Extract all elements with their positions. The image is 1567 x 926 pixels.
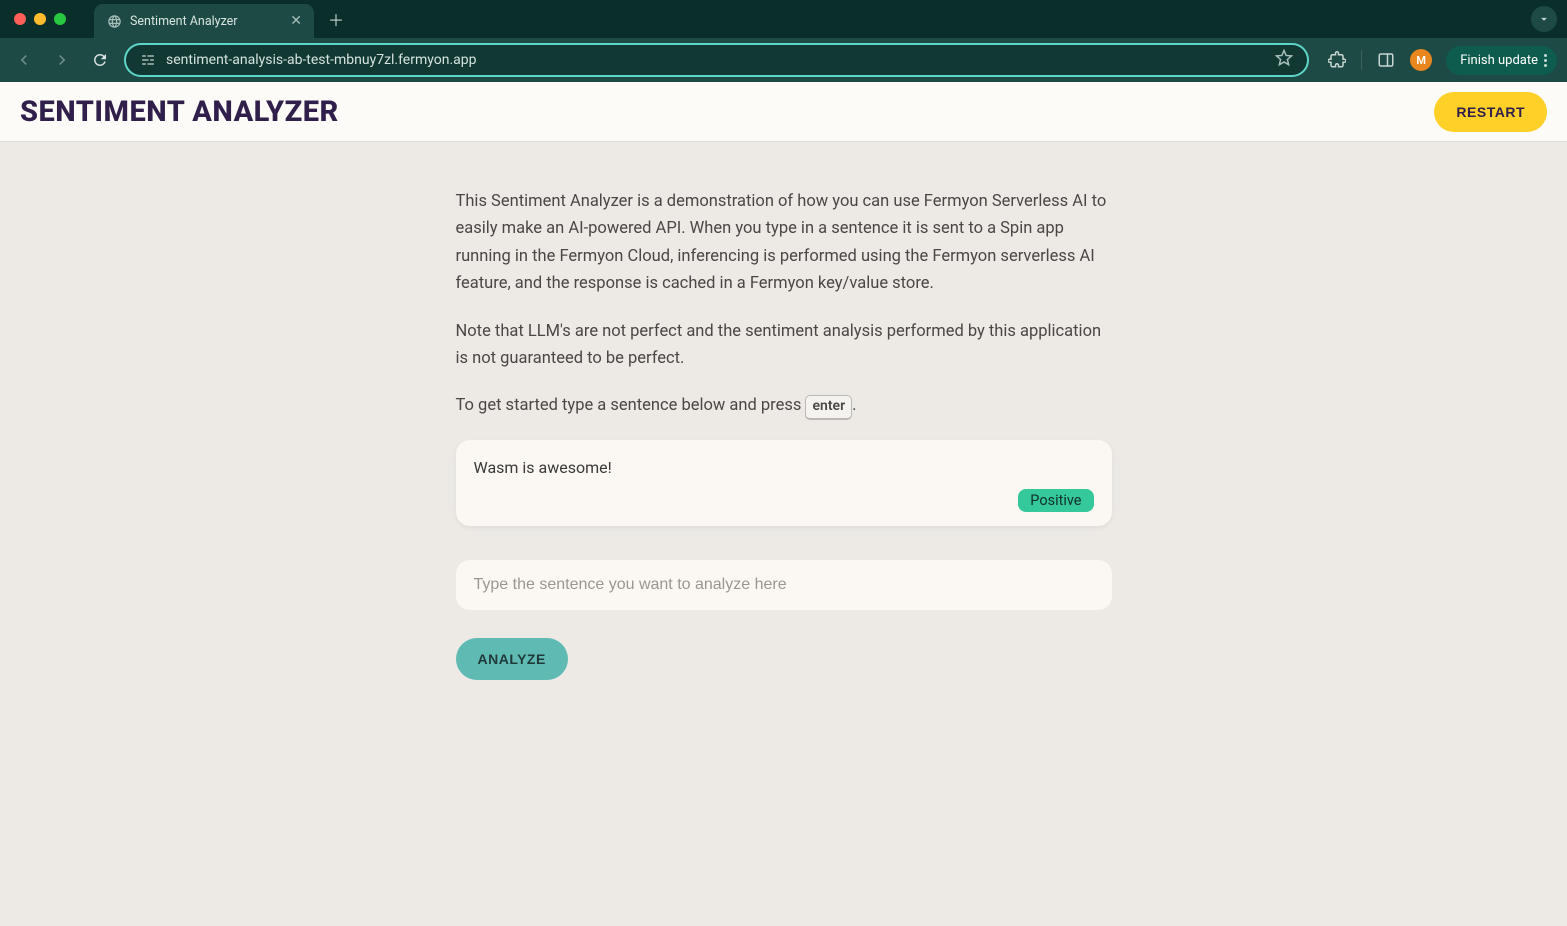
browser-tab[interactable]: Sentiment Analyzer ✕ (94, 4, 314, 38)
browser-toolbar: sentiment-analysis-ab-test-mbnuy7zl.ferm… (0, 38, 1567, 82)
tab-close-button[interactable]: ✕ (290, 14, 302, 28)
result-text: Wasm is awesome! (474, 458, 1094, 477)
reload-button[interactable] (86, 46, 114, 74)
intro-p3-prefix: To get started type a sentence below and… (456, 396, 806, 415)
window-minimize-button[interactable] (34, 13, 46, 25)
extensions-icon[interactable] (1327, 50, 1347, 70)
app-viewport: SENTIMENT ANALYZER RESTART This Sentimen… (0, 82, 1567, 926)
restart-button[interactable]: RESTART (1434, 92, 1547, 132)
page-title: SENTIMENT ANALYZER (20, 95, 339, 129)
window-controls (14, 13, 66, 25)
url-bar[interactable]: sentiment-analysis-ab-test-mbnuy7zl.ferm… (124, 43, 1309, 77)
new-tab-button[interactable]: ＋ (328, 7, 344, 31)
url-text: sentiment-analysis-ab-test-mbnuy7zl.ferm… (166, 52, 1265, 68)
toolbar-right: M Finish update (1327, 46, 1557, 75)
finish-update-button[interactable]: Finish update (1446, 46, 1557, 75)
input-row (456, 560, 1112, 610)
intro-p3-suffix: . (852, 396, 856, 415)
result-footer: Positive (474, 489, 1094, 512)
avatar-initial: M (1416, 54, 1426, 67)
kebab-icon (1544, 54, 1547, 67)
main-content: This Sentiment Analyzer is a demonstrati… (456, 142, 1112, 726)
app-header: SENTIMENT ANALYZER RESTART (0, 82, 1567, 142)
profile-avatar[interactable]: M (1410, 49, 1432, 71)
enter-key-hint: enter (805, 395, 852, 420)
tabs-dropdown-button[interactable] (1531, 6, 1557, 32)
bookmark-star-icon[interactable] (1275, 49, 1293, 71)
tab-title: Sentiment Analyzer (130, 14, 238, 29)
site-controls-icon[interactable] (140, 52, 156, 68)
sentiment-badge: Positive (1018, 489, 1093, 512)
toolbar-divider (1361, 50, 1362, 70)
result-card: Wasm is awesome! Positive (456, 440, 1112, 526)
sentence-input[interactable] (456, 560, 1112, 610)
forward-button[interactable] (48, 46, 76, 74)
analyze-button[interactable]: ANALYZE (456, 638, 568, 680)
back-button[interactable] (10, 46, 38, 74)
intro-paragraph-2: Note that LLM's are not perfect and the … (456, 318, 1112, 373)
sidepanel-icon[interactable] (1376, 50, 1396, 70)
tab-strip: Sentiment Analyzer ✕ ＋ (0, 0, 1567, 38)
globe-icon (106, 13, 122, 29)
intro-paragraph-1: This Sentiment Analyzer is a demonstrati… (456, 188, 1112, 298)
window-maximize-button[interactable] (54, 13, 66, 25)
intro-paragraph-3: To get started type a sentence below and… (456, 392, 1112, 420)
finish-update-label: Finish update (1460, 53, 1538, 68)
window-close-button[interactable] (14, 13, 26, 25)
